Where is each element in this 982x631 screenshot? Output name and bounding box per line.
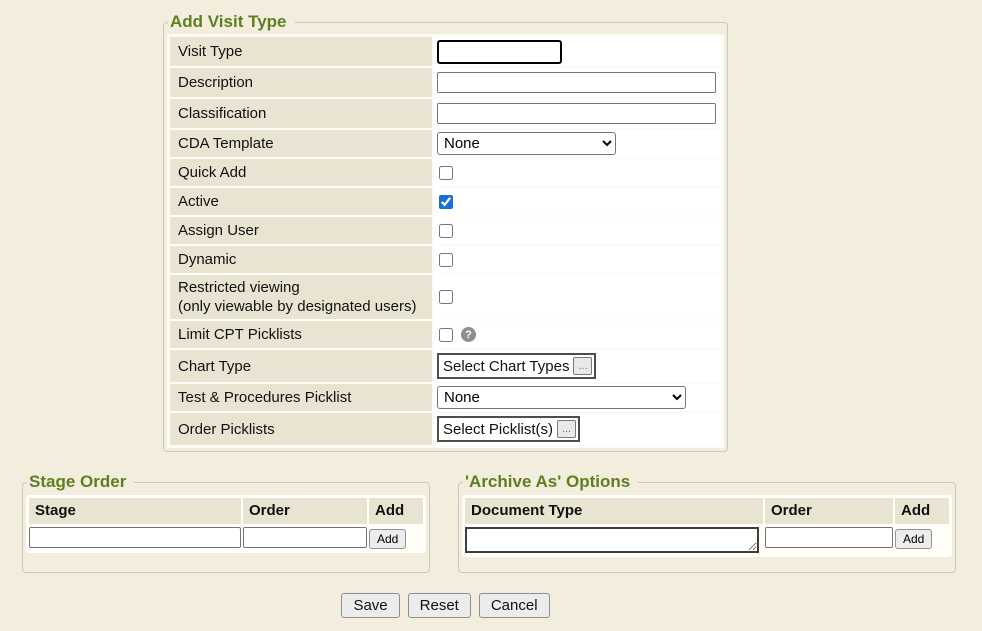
restricted-viewing-sublabel: (only viewable by designated users): [178, 297, 424, 316]
order-picklists-ellipsis-button[interactable]: ...: [557, 420, 576, 438]
assign-user-checkbox[interactable]: [439, 224, 453, 238]
document-type-textarea[interactable]: [465, 527, 759, 553]
form-action-bar: Save Reset Cancel: [163, 593, 728, 618]
limit-cpt-picklists-label: Limit CPT Picklists: [170, 321, 432, 348]
dynamic-row: Dynamic: [170, 246, 721, 273]
test-procedures-picklist-label: Test & Procedures Picklist: [170, 384, 432, 411]
limit-cpt-picklists-row: Limit CPT Picklists ?: [170, 321, 721, 348]
test-procedures-picklist-select[interactable]: None: [437, 386, 686, 409]
restricted-viewing-checkbox[interactable]: [439, 290, 453, 304]
assign-user-label: Assign User: [170, 217, 432, 244]
add-column-header: Add: [369, 498, 423, 524]
archive-add-button[interactable]: Add: [895, 529, 932, 549]
stage-order-legend: Stage Order: [27, 472, 134, 492]
save-button[interactable]: Save: [341, 593, 399, 618]
order-column-header: Order: [765, 498, 893, 524]
classification-row: Classification: [170, 99, 721, 128]
chart-type-ellipsis-button[interactable]: ...: [573, 357, 592, 375]
classification-input[interactable]: [437, 103, 716, 124]
stage-column-header: Stage: [29, 498, 241, 524]
add-visit-type-fieldset: Add Visit Type Visit Type Description Cl…: [163, 12, 728, 452]
test-procedures-picklist-row: Test & Procedures Picklist None: [170, 384, 721, 411]
limit-cpt-picklists-checkbox[interactable]: [439, 328, 453, 342]
quick-add-checkbox[interactable]: [439, 166, 453, 180]
chart-type-row: Chart Type Select Chart Types ...: [170, 350, 721, 382]
chart-type-picker[interactable]: Select Chart Types ...: [437, 353, 596, 379]
chart-type-label: Chart Type: [170, 350, 432, 382]
reset-button[interactable]: Reset: [408, 593, 471, 618]
description-label: Description: [170, 68, 432, 97]
active-row: Active: [170, 188, 721, 215]
stage-order-table: Stage Order Add Add: [26, 495, 426, 553]
document-type-column-header: Document Type: [465, 498, 763, 524]
archive-as-table: Document Type Order Add Add: [462, 495, 952, 557]
stage-order-input[interactable]: [243, 527, 367, 548]
classification-label: Classification: [170, 99, 432, 128]
order-picklists-picker-text: Select Picklist(s): [443, 421, 553, 438]
archive-as-options-legend: 'Archive As' Options: [463, 472, 638, 492]
cda-template-row: CDA Template None: [170, 130, 721, 157]
help-icon[interactable]: ?: [461, 327, 476, 342]
visit-type-row: Visit Type: [170, 37, 721, 66]
order-picklists-picker[interactable]: Select Picklist(s) ...: [437, 416, 580, 442]
assign-user-row: Assign User: [170, 217, 721, 244]
stage-add-button[interactable]: Add: [369, 529, 406, 549]
cancel-button[interactable]: Cancel: [479, 593, 550, 618]
stage-order-fieldset: Stage Order Stage Order Add Add: [22, 472, 430, 573]
cda-template-label: CDA Template: [170, 130, 432, 157]
order-column-header: Order: [243, 498, 367, 524]
dynamic-label: Dynamic: [170, 246, 432, 273]
add-column-header: Add: [895, 498, 949, 524]
order-picklists-label: Order Picklists: [170, 413, 432, 445]
dynamic-checkbox[interactable]: [439, 253, 453, 267]
active-checkbox[interactable]: [439, 195, 453, 209]
restricted-viewing-row: Restricted viewing (only viewable by des…: [170, 275, 721, 319]
description-input[interactable]: [437, 72, 716, 93]
add-visit-type-legend: Add Visit Type: [168, 12, 295, 32]
order-picklists-row: Order Picklists Select Picklist(s) ...: [170, 413, 721, 445]
active-label: Active: [170, 188, 432, 215]
description-row: Description: [170, 68, 721, 97]
restricted-viewing-label: Restricted viewing: [178, 278, 424, 297]
cda-template-select[interactable]: None: [437, 132, 616, 155]
visit-type-label: Visit Type: [170, 37, 432, 66]
add-visit-type-table: Visit Type Description Classification CD…: [167, 34, 724, 448]
chart-type-picker-text: Select Chart Types: [443, 358, 569, 375]
archive-order-input[interactable]: [765, 527, 893, 548]
archive-as-options-fieldset: 'Archive As' Options Document Type Order…: [458, 472, 956, 573]
visit-type-input[interactable]: [437, 40, 562, 64]
quick-add-label: Quick Add: [170, 159, 432, 186]
stage-input[interactable]: [29, 527, 241, 548]
quick-add-row: Quick Add: [170, 159, 721, 186]
